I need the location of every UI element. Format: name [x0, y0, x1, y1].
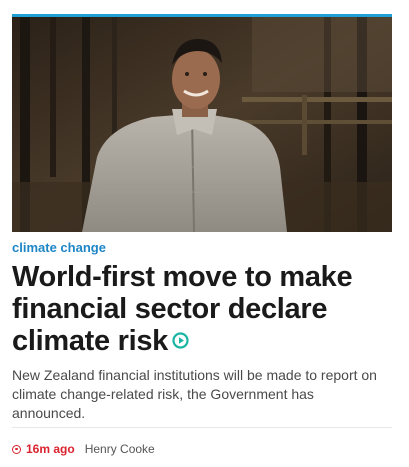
category-link[interactable]: climate change [12, 240, 106, 256]
article-photo[interactable] [12, 17, 392, 232]
author-name[interactable]: Henry Cooke [85, 442, 155, 456]
article-summary: New Zealand financial institutions will … [12, 367, 377, 422]
live-dot-icon [12, 444, 21, 454]
article-meta: 16m ago Henry Cooke [12, 442, 155, 456]
article-card[interactable]: climate change World-first move to make … [12, 14, 392, 423]
play-circle-icon[interactable] [172, 324, 189, 356]
divider [12, 427, 392, 428]
time-ago: 16m ago [26, 442, 75, 456]
headline: World-first move to make financial secto… [12, 261, 392, 358]
